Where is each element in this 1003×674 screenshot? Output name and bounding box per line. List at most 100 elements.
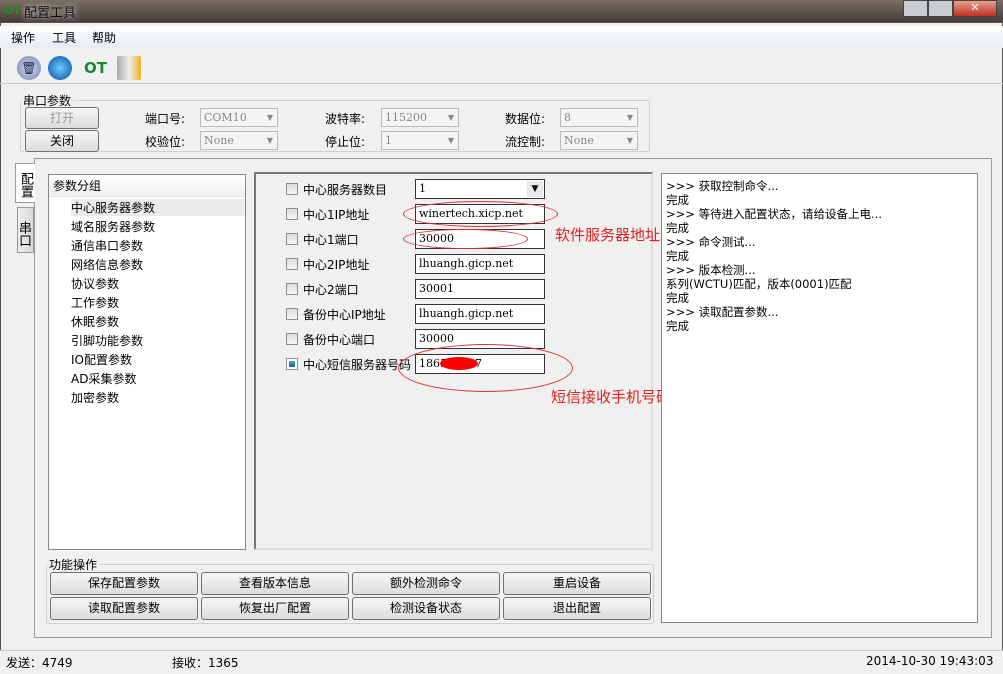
menu-tools[interactable]: 工具 [52, 29, 76, 46]
databits-value: 8 [564, 111, 571, 124]
tree-item[interactable]: 网络信息参数 [71, 256, 143, 273]
minimize-button[interactable] [903, 0, 928, 17]
menu-help[interactable]: 帮助 [92, 29, 116, 46]
database-config-icon[interactable] [117, 56, 141, 80]
param-label: 备份中心端口 [303, 333, 376, 347]
log-line: 完成 [666, 291, 689, 305]
annotation-ellipse [403, 229, 528, 249]
redaction-mark [440, 357, 478, 370]
stopbits-select[interactable]: 1 ▼ [381, 131, 459, 150]
port-select[interactable]: COM10 ▼ [200, 108, 278, 127]
param-select[interactable]: 1 ▼ [415, 179, 545, 199]
param-input[interactable]: 30001 [415, 279, 545, 299]
param-checkbox[interactable] [286, 358, 298, 370]
log-line: 完成 [666, 193, 689, 207]
function-button[interactable]: 查看版本信息 [201, 572, 349, 595]
param-checkbox[interactable] [286, 208, 298, 220]
open-port-button[interactable]: 打开 [25, 107, 99, 129]
flow-value: None [564, 134, 594, 147]
log-output[interactable]: >>> 获取控制命令... 完成 >>> 等待进入配置状态，请给设备上电... 完成 >… [661, 173, 978, 623]
chevron-down-icon: ▼ [266, 136, 273, 145]
annotation-sms-text: 短信接收手机号码 [551, 388, 672, 406]
param-checkbox[interactable] [286, 183, 298, 195]
log-line: >>> 获取控制命令... [666, 179, 779, 193]
ot-logo-icon[interactable]: OT [84, 56, 108, 80]
tab-serial[interactable]: 串口 [16, 207, 34, 253]
log-line: >>> 等待进入配置状态，请给设备上电... [666, 207, 883, 221]
function-button[interactable]: 保存配置参数 [50, 572, 198, 595]
status-bar [0, 650, 1003, 674]
param-value: 30000 [419, 332, 454, 345]
parity-select[interactable]: None ▼ [200, 131, 278, 150]
close-window-button[interactable]: ✕ [953, 0, 997, 17]
param-input[interactable]: lhuangh.gicp.net [415, 254, 545, 274]
refresh-icon[interactable] [48, 56, 72, 80]
annotation-ellipse [398, 344, 573, 392]
port-value: COM10 [204, 111, 247, 124]
databits-select[interactable]: 8 ▼ [560, 108, 638, 127]
parity-value: None [204, 134, 234, 147]
tree-item[interactable]: 引脚功能参数 [71, 332, 143, 349]
tree-item[interactable]: 通信串口参数 [71, 237, 143, 254]
function-button[interactable]: 读取配置参数 [50, 597, 198, 620]
tab-config[interactable]: 配置 [15, 163, 35, 203]
menu-operate[interactable]: 操作 [11, 29, 35, 46]
param-checkbox[interactable] [286, 283, 298, 295]
function-button[interactable]: 重启设备 [503, 572, 651, 595]
tree-item[interactable]: 休眠参数 [71, 313, 119, 330]
log-line: 完成 [666, 249, 689, 263]
annotation-ellipse [403, 201, 558, 227]
log-line: 系列(WCTU)匹配，版本(0001)匹配 [666, 277, 852, 291]
databits-label: 数据位: [505, 112, 546, 126]
function-button[interactable]: 恢复出厂配置 [201, 597, 349, 620]
tree-item[interactable]: AD采集参数 [71, 370, 136, 387]
stopbits-value: 1 [385, 134, 392, 147]
param-value: lhuangh.gicp.net [419, 257, 514, 270]
param-group-tree: 参数分组 中心服务器参数 域名服务器参数 通信串口参数 网络信息参数 协议参数 … [48, 174, 246, 550]
chevron-down-icon: ▼ [527, 181, 543, 197]
log-line: >>> 命令测试... [666, 235, 756, 249]
window-title: 配置工具 [24, 6, 77, 21]
ot-logo-icon: OT [4, 4, 21, 17]
tree-item[interactable]: 加密参数 [71, 389, 119, 406]
param-checkbox[interactable] [286, 333, 298, 345]
trash-icon[interactable]: 🗑 [17, 56, 41, 80]
param-checkbox[interactable] [286, 258, 298, 270]
param-label: 中心2IP地址 [303, 258, 370, 272]
maximize-button[interactable] [928, 0, 953, 17]
tree-header: 参数分组 [49, 176, 245, 197]
title-bar: OT 配置工具 ✕ [0, 0, 1003, 24]
baud-select[interactable]: 115200 ▼ [381, 108, 459, 127]
menu-bar: 操作 工具 帮助 [0, 26, 1003, 48]
param-value: 1 [419, 182, 426, 195]
param-checkbox[interactable] [286, 233, 298, 245]
status-datetime: 2014-10-30 19:43:03 [866, 654, 994, 668]
chevron-down-icon: ▼ [447, 113, 454, 122]
tree-item[interactable]: 域名服务器参数 [71, 218, 155, 235]
tree-item[interactable]: 协议参数 [71, 275, 119, 292]
tree-item[interactable]: IO配置参数 [71, 351, 132, 368]
functions-legend: 功能操作 [49, 558, 98, 572]
close-port-button[interactable]: 关闭 [25, 130, 99, 152]
log-line: >>> 版本检测... [666, 263, 756, 277]
baud-value: 115200 [385, 111, 427, 124]
function-button[interactable]: 退出配置 [503, 597, 651, 620]
param-input[interactable]: lhuangh.gicp.net [415, 304, 545, 324]
param-value: 30001 [419, 282, 454, 295]
param-label: 备份中心IP地址 [303, 308, 386, 322]
function-button[interactable]: 额外检测命令 [352, 572, 500, 595]
toolbar: 🗑 OT [0, 50, 1003, 84]
chevron-down-icon: ▼ [266, 113, 273, 122]
tree-item[interactable]: 中心服务器参数 [71, 199, 245, 216]
function-button[interactable]: 检测设备状态 [352, 597, 500, 620]
param-label: 中心1IP地址 [303, 208, 370, 222]
sent-count: 发送：4749 [6, 656, 73, 670]
flow-label: 流控制: [505, 135, 546, 149]
param-label: 中心2端口 [303, 283, 359, 297]
flow-select[interactable]: None ▼ [560, 131, 638, 150]
parity-label: 校验位: [145, 135, 186, 149]
param-checkbox[interactable] [286, 308, 298, 320]
tree-item[interactable]: 工作参数 [71, 294, 119, 311]
param-label: 中心服务器数目 [303, 183, 388, 197]
param-label: 中心1端口 [303, 233, 359, 247]
